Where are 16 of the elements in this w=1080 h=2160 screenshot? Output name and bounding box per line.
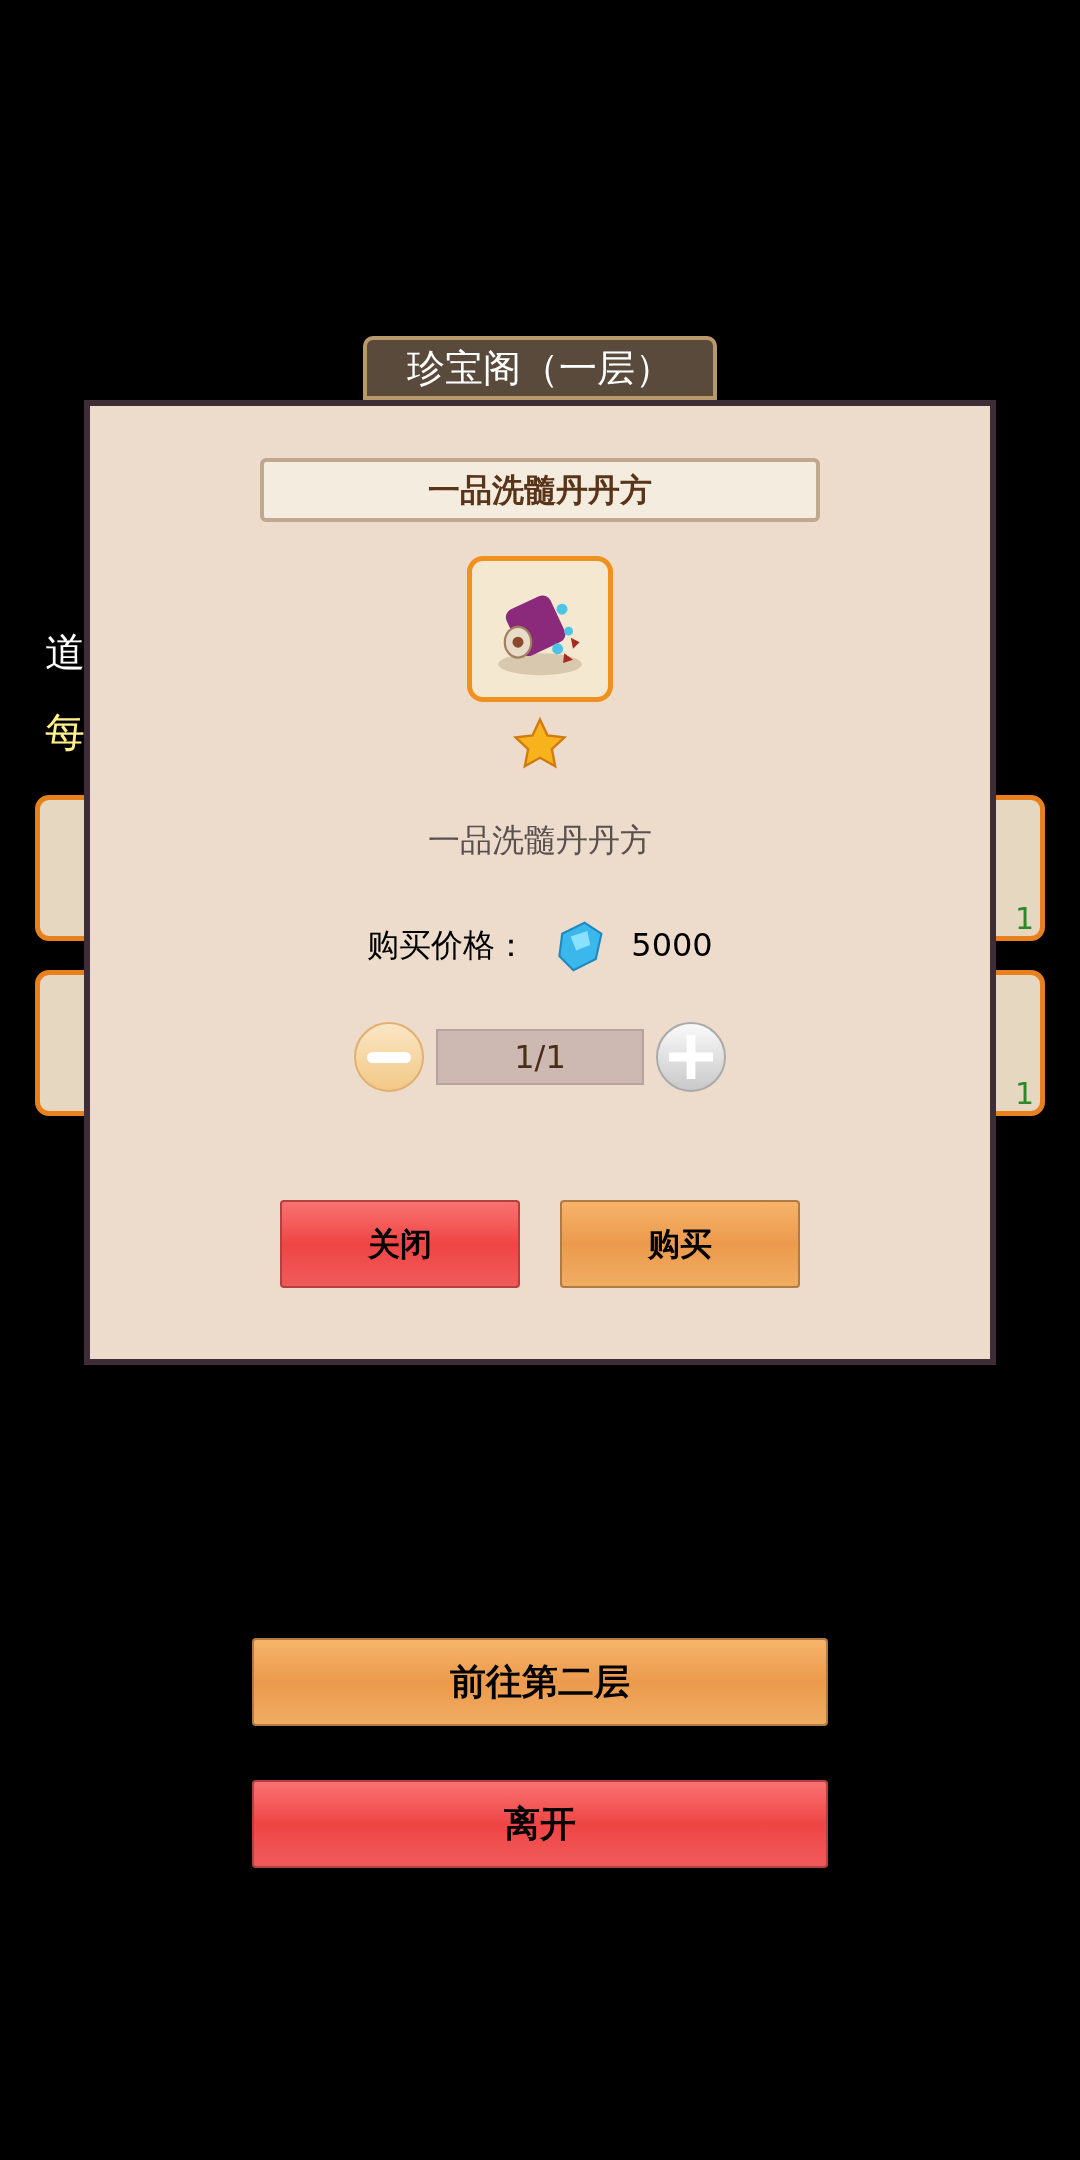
restock-notice: 每 (45, 710, 85, 754)
prompt-text: 道 (45, 630, 85, 674)
item-count: 1 (1014, 904, 1034, 934)
dialog-button[interactable]: 购买 (560, 1200, 800, 1288)
menu-button[interactable]: 前往第二层 (252, 1638, 828, 1726)
dialog-button[interactable]: 关闭 (280, 1200, 520, 1288)
item-name: 一品洗髓丹丹方 (428, 820, 652, 861)
plus-icon (669, 1035, 713, 1079)
dialog-title-ribbon: 一品洗髓丹丹方 (260, 458, 820, 522)
price-label: 购买价格： (367, 925, 528, 966)
title-banner: 珍宝阁（一层） (363, 336, 717, 400)
item-count: 1 (1014, 1079, 1034, 1109)
price-value: 5000 (631, 925, 713, 966)
menu-button[interactable]: 离开 (252, 1780, 828, 1868)
quantity-field[interactable]: 1/1 (436, 1029, 644, 1085)
minus-icon (367, 1051, 411, 1063)
